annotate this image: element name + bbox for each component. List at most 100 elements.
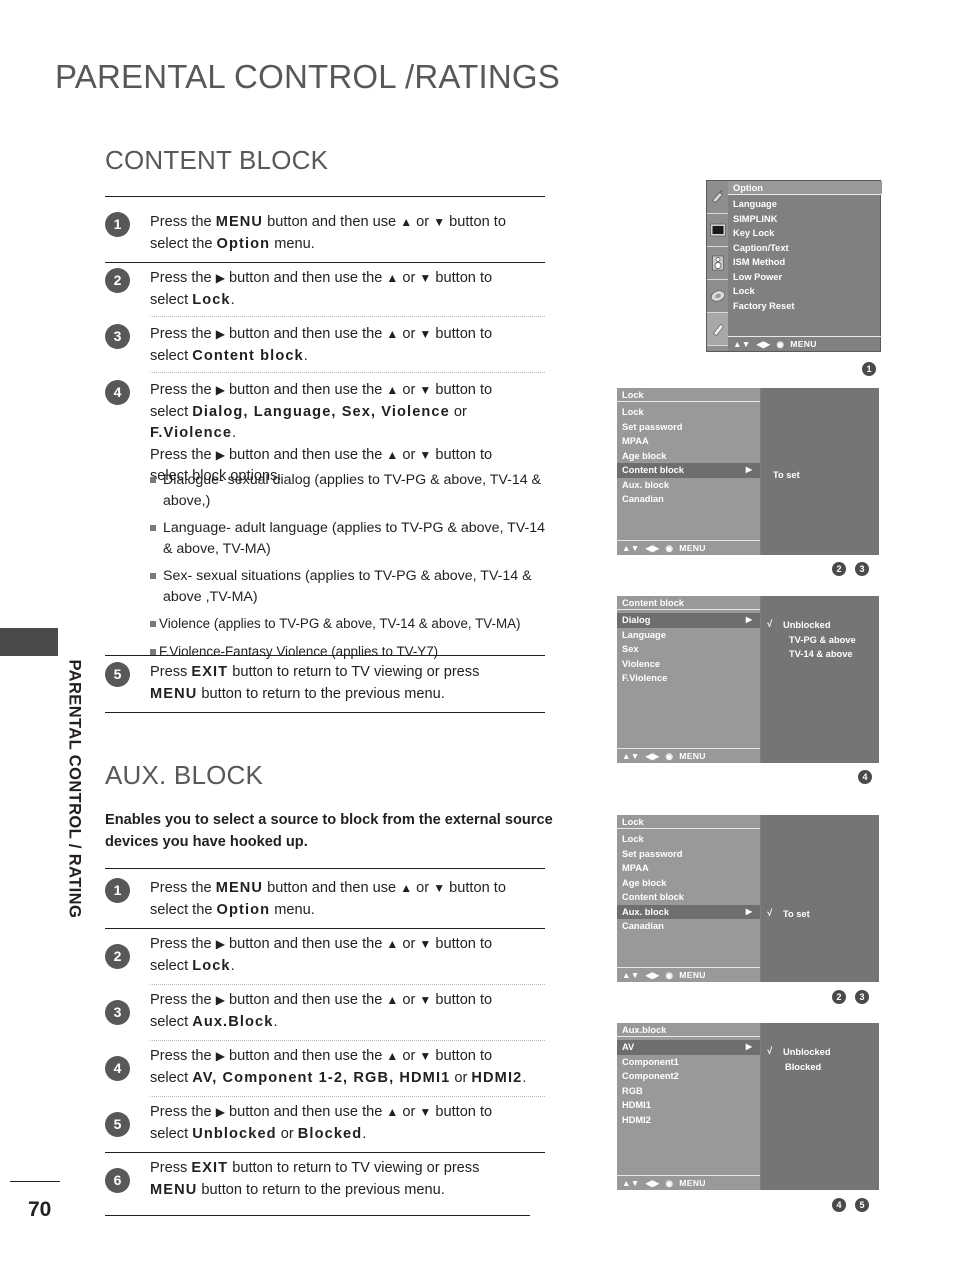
antenna-icon[interactable] (707, 181, 728, 214)
menu-key: MENU (215, 880, 264, 896)
down-arrow-icon: ▼ (433, 215, 446, 229)
step-text-part: Press (150, 664, 192, 680)
audio-icon[interactable] (707, 247, 728, 280)
list-item[interactable]: Content block (617, 890, 760, 905)
list-item[interactable]: F.Violence (617, 671, 760, 686)
list-item[interactable]: Language (617, 628, 760, 643)
option-item[interactable]: Blocked (767, 1060, 879, 1075)
right-arrow-icon: ▶ (215, 447, 225, 462)
option-icon[interactable] (707, 313, 728, 346)
list-item[interactable]: Canadian (617, 492, 760, 507)
step-text-part: or (412, 214, 434, 230)
step-text-part: or (398, 1104, 420, 1120)
list-item-selected[interactable]: Content block ▶ (617, 463, 760, 478)
step-text-part: button to (431, 382, 493, 398)
list-item: Dialogue- sexual dialog (applies to TV-P… (150, 470, 550, 511)
list-item[interactable]: HDMI1 (617, 1098, 760, 1113)
menu-key: MENU (150, 1181, 198, 1198)
list-item[interactable]: Lock (617, 832, 760, 847)
dotted-rule (150, 316, 545, 317)
option-key: Option (216, 901, 271, 918)
list-item[interactable]: Age block (617, 876, 760, 891)
list-item[interactable]: Canadian (617, 919, 760, 934)
picture-icon[interactable] (707, 214, 728, 247)
list-item[interactable]: Age block (617, 449, 760, 464)
step-text-part: or (398, 382, 420, 398)
step-text-part: Press the (150, 936, 216, 952)
list-item[interactable]: Language (728, 197, 882, 212)
osd-right-panel: √ To set (761, 815, 879, 982)
aux-block-heading: AUX. BLOCK (105, 760, 264, 790)
list-item[interactable]: Caption/Text (728, 241, 882, 256)
step-text-part: button and then use (263, 214, 401, 230)
right-arrow-icon: ▶ (215, 327, 225, 341)
leftright-icon: ◀▶ (645, 970, 660, 980)
list-item-label: Aux. block (622, 906, 670, 917)
list-item-selected[interactable]: Aux. block ▶ (617, 904, 760, 919)
step-text-part: button to (431, 326, 493, 342)
step-badge: 4 (105, 380, 130, 405)
list-item[interactable]: SIMPLINK (728, 212, 882, 227)
list-item[interactable]: RGB (617, 1084, 760, 1099)
step-text-part: button and then use the (224, 270, 387, 286)
list-item[interactable]: Key Lock (728, 226, 882, 241)
osd-item-list: Lock Set password MPAA Age block Content… (617, 832, 760, 934)
step-text-part: or (398, 270, 420, 286)
option-key: Option (216, 235, 271, 252)
list-item[interactable]: Component1 (617, 1055, 760, 1070)
step-text-part: select (150, 403, 193, 420)
list-item[interactable]: ISM Method (728, 255, 882, 270)
osd-left-panel: Lock Lock Set password MPAA Age block Co… (617, 815, 760, 982)
osd-header: Lock (617, 388, 760, 402)
time-icon[interactable] (707, 280, 728, 313)
option-item[interactable]: TV-14 & above (767, 647, 879, 662)
option-item[interactable]: TV-PG & above (767, 633, 879, 648)
step-text-part: Press the (150, 992, 216, 1008)
option-item-checked[interactable]: √ Unblocked (767, 618, 879, 633)
step-text-part: . (273, 1013, 278, 1030)
up-arrow-icon: ▲ (386, 447, 399, 462)
list-item[interactable]: MPAA (617, 861, 760, 876)
step-text-part: or (276, 1125, 298, 1142)
list-item[interactable]: Low Power (728, 270, 882, 285)
list-item[interactable]: Sex (617, 642, 760, 657)
list-item-selected[interactable]: AV ▶ (617, 1040, 760, 1055)
content-block-step-2: 2 Press the ▶ button and then use the ▲ … (105, 268, 555, 311)
list-item[interactable]: Lock (617, 405, 760, 420)
rule (105, 262, 545, 263)
option-item-checked[interactable]: √ Unblocked (767, 1045, 879, 1060)
exit-key: EXIT (191, 664, 229, 680)
step-text-part: Press the (150, 1104, 216, 1120)
up-arrow-icon: ▲ (386, 1105, 399, 1119)
menu-label: MENU (679, 970, 706, 980)
leftright-icon: ◀▶ (645, 751, 660, 761)
list-item[interactable]: Lock (728, 284, 882, 299)
step-badge: 1 (105, 212, 130, 237)
list-item[interactable]: MPAA (617, 434, 760, 449)
list-item[interactable]: Aux. block (617, 478, 760, 493)
list-item-selected[interactable]: Dialog ▶ (617, 613, 760, 628)
leftright-icon: ◀▶ (645, 543, 660, 553)
osd-step-badge: 1 (862, 362, 876, 376)
menu-label: MENU (790, 339, 817, 349)
down-arrow-icon: ▼ (419, 271, 432, 285)
list-item[interactable]: Factory Reset (728, 299, 882, 314)
step-text-part: button to (445, 214, 506, 230)
list-item[interactable]: HDMI2 (617, 1113, 760, 1128)
side-tab-block (0, 628, 58, 656)
step-text: Press the MENU button and then use ▲ or … (150, 878, 555, 921)
list-item[interactable]: Set password (617, 847, 760, 862)
list-item[interactable]: Component2 (617, 1069, 760, 1084)
list-item: Violence (applies to TV-PG & above, TV-1… (150, 614, 550, 635)
up-arrow-icon: ▲ (386, 1049, 399, 1063)
list-item[interactable]: Violence (617, 657, 760, 672)
aux-block-step-2: 2 Press the ▶ button and then use the ▲ … (105, 934, 555, 977)
list-item[interactable]: Set password (617, 420, 760, 435)
step-text: Press the ▶ button and then use the ▲ or… (150, 1102, 555, 1145)
page-number: 70 (28, 1198, 52, 1221)
content-block-step-1: 1 Press the MENU button and then use ▲ o… (105, 212, 555, 255)
step-text-part: select (150, 347, 193, 364)
osd-option-list: √ Unblocked Blocked (767, 1045, 879, 1074)
enter-icon: ◉ (665, 543, 674, 553)
osd-right-panel: To set (761, 388, 879, 555)
